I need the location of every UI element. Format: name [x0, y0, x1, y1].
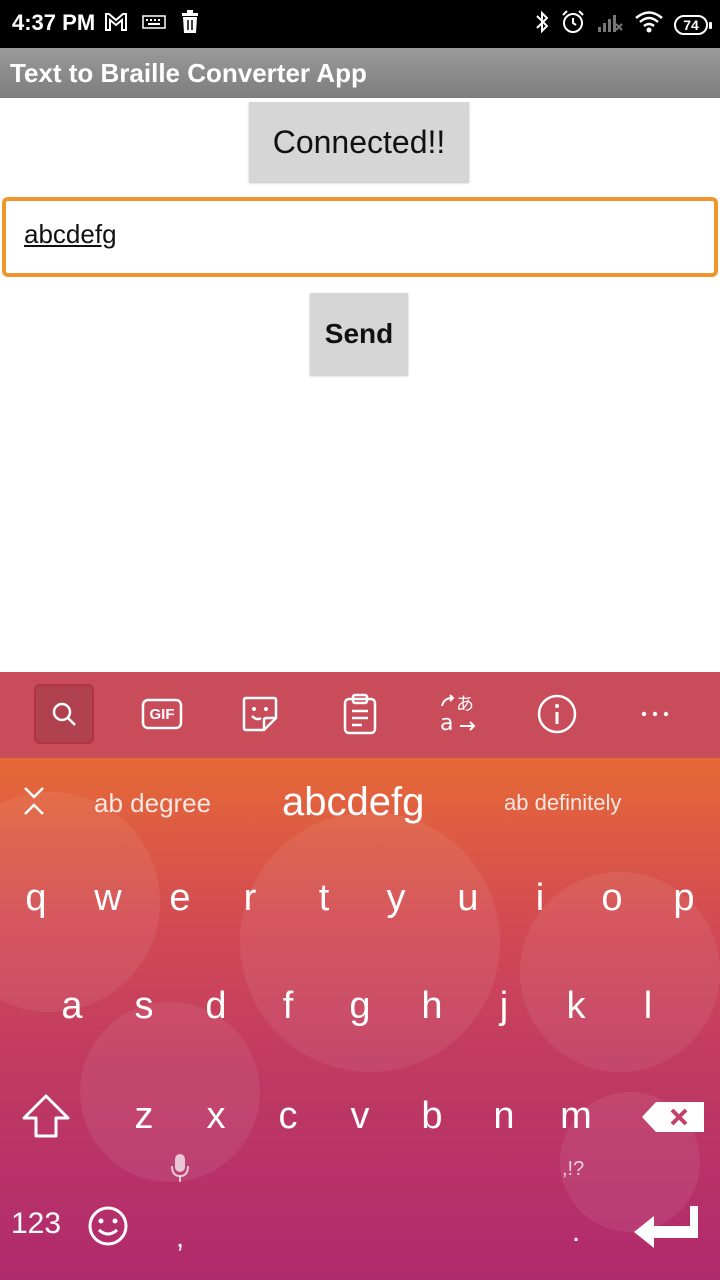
key-y[interactable]: y	[366, 868, 426, 928]
key-f[interactable]: f	[258, 976, 318, 1036]
suggestion-right[interactable]: ab definitely	[504, 790, 621, 816]
key-e[interactable]: e	[150, 868, 210, 928]
svg-text:a: a	[440, 711, 453, 736]
suggestion-left[interactable]: ab degree	[94, 788, 211, 819]
key-h[interactable]: h	[402, 976, 462, 1036]
sticker-icon[interactable]	[230, 684, 290, 744]
key-z[interactable]: z	[114, 1086, 174, 1146]
space-bar[interactable]	[220, 1192, 540, 1262]
suggestion-bar: ab degree abcdefg ab definitely	[0, 758, 720, 848]
connection-status-button[interactable]: Connected!!	[249, 102, 469, 182]
key-t[interactable]: t	[294, 868, 354, 928]
send-button[interactable]: Send	[310, 293, 408, 375]
key-d[interactable]: d	[186, 976, 246, 1036]
gif-icon[interactable]: GIF	[132, 684, 192, 744]
gif-label: GIF	[149, 705, 175, 723]
translate-icon[interactable]: あa	[428, 684, 488, 744]
svg-text:あ: あ	[456, 694, 474, 715]
key-x[interactable]: x	[186, 1086, 246, 1146]
key-j[interactable]: j	[474, 976, 534, 1036]
backspace-icon[interactable]	[640, 1100, 706, 1139]
key-q[interactable]: q	[6, 868, 66, 928]
key-g[interactable]: g	[330, 976, 390, 1036]
punctuation-hint: ,!?	[562, 1158, 585, 1180]
key-v[interactable]: v	[330, 1086, 390, 1146]
key-l[interactable]: l	[618, 976, 678, 1036]
screen: 4:37 PM 74 Text to Braille Converter App…	[0, 0, 720, 1280]
collapse-icon[interactable]	[22, 784, 46, 823]
clipboard-icon[interactable]	[330, 684, 390, 744]
key-o[interactable]: o	[582, 868, 642, 928]
status-bar: 4:37 PM 74	[0, 0, 720, 48]
period-key[interactable]: .	[546, 1202, 606, 1262]
status-time: 4:37 PM	[12, 10, 96, 35]
wifi-icon	[634, 10, 664, 39]
mic-icon	[170, 1152, 190, 1189]
bluetooth-icon	[534, 9, 550, 40]
app-bar: Text to Braille Converter App	[0, 48, 720, 98]
key-w[interactable]: w	[78, 868, 138, 928]
emoji-icon[interactable]	[86, 1204, 130, 1253]
shift-icon[interactable]	[20, 1092, 72, 1145]
key-u[interactable]: u	[438, 868, 498, 928]
alarm-icon	[560, 9, 586, 40]
trash-icon	[180, 10, 200, 39]
keyboard: GIF あa ab degree abcdefg ab definitely q…	[0, 672, 720, 1280]
key-a[interactable]: a	[42, 976, 102, 1036]
key-r[interactable]: r	[220, 868, 280, 928]
app-title: Text to Braille Converter App	[10, 58, 367, 88]
key-n[interactable]: n	[474, 1086, 534, 1146]
key-b[interactable]: b	[402, 1086, 462, 1146]
info-icon[interactable]	[527, 684, 587, 744]
enter-icon[interactable]	[632, 1202, 702, 1255]
text-input-value: abcdefg	[24, 219, 117, 249]
key-k[interactable]: k	[546, 976, 606, 1036]
comma-key[interactable]: ,	[150, 1208, 210, 1268]
key-i[interactable]: i	[510, 868, 570, 928]
more-icon[interactable]	[625, 684, 685, 744]
key-m[interactable]: m	[546, 1086, 606, 1146]
signal-icon	[596, 10, 624, 39]
gmail-icon	[104, 12, 128, 37]
key-s[interactable]: s	[114, 976, 174, 1036]
key-c[interactable]: c	[258, 1086, 318, 1146]
keyboard-toolbar: GIF あa	[0, 672, 720, 758]
search-icon[interactable]	[34, 684, 94, 744]
keyboard-status-icon	[142, 14, 166, 35]
numbers-key[interactable]: 123	[6, 1194, 66, 1254]
text-input[interactable]: abcdefg	[2, 197, 718, 277]
battery-indicator: 74	[674, 14, 712, 35]
suggestion-center[interactable]: abcdefg	[282, 780, 424, 825]
key-p[interactable]: p	[654, 868, 714, 928]
